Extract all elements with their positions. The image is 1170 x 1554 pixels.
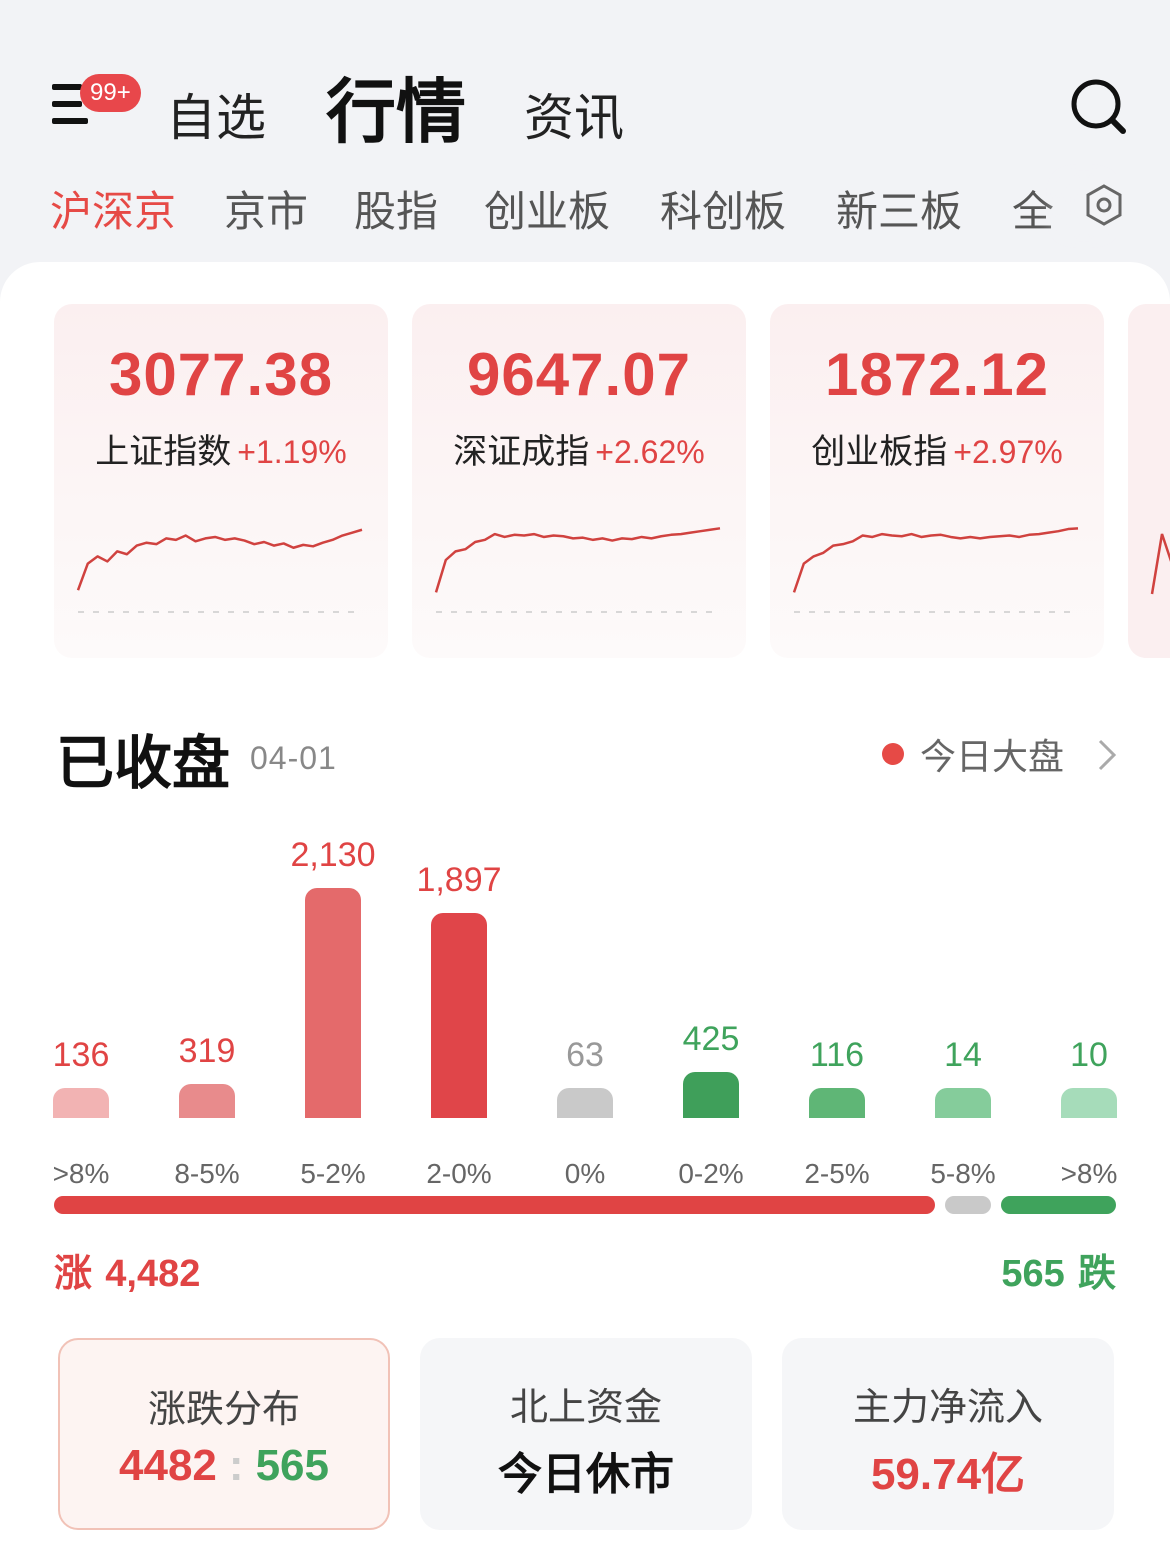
subtab-kechuangban[interactable]: 科创板 [660,178,786,239]
index-sparkline [792,527,1079,613]
chevron-right-icon[interactable] [1096,738,1118,772]
subtab-hushenjing[interactable]: 沪深京 [50,178,176,239]
distribution-bar-category: 2-5% [804,1158,870,1189]
distribution-bar-category: >8% [1060,1158,1118,1189]
rise-fall-distribution-chart[interactable]: 136 >8% 319 8-5% 2,130 5-2% 1,897 2-0% 63 0% 425 0-… [0,820,1170,1200]
index-sparkline [434,527,721,613]
stat-card-northbound[interactable]: 北上资金 今日休市 [420,1338,752,1530]
distribution-bar [809,1088,865,1118]
index-name: 上证指数 [95,432,232,472]
index-value: 1872.12 [825,341,1049,408]
index-sparkline-partial [1150,533,1170,595]
stat-rise-count: 4482 [119,1441,217,1490]
subtab-chuangyeban[interactable]: 创业板 [484,178,610,239]
distribution-bar-value: 14 [944,1036,982,1074]
distribution-bar-category: 5-2% [300,1158,366,1189]
rise-ratio-bar [54,1196,935,1214]
distribution-bar-value: 136 [52,1036,110,1074]
index-card-sz[interactable]: 9647.07 深证成指 +2.62% [412,304,746,658]
stat-value: 59.74亿 [870,1450,1026,1499]
distribution-bar-value: 63 [566,1036,604,1074]
market-date: 04-01 [250,740,337,776]
search-icon[interactable] [1068,76,1128,136]
tab-news[interactable]: 资讯 [524,78,624,150]
distribution-bar-category: 0% [564,1158,606,1189]
live-dot-icon [882,743,904,765]
tab-market[interactable]: 行情 [326,56,466,157]
distribution-bar [179,1083,235,1118]
market-status: 已收盘 [56,729,231,797]
flat-ratio-bar [944,1196,991,1214]
index-card-sh[interactable]: 3077.38 上证指数 +1.19% [54,304,388,658]
stat-label: 北上资金 [509,1385,662,1429]
fall-ratio-bar [1000,1196,1116,1214]
settings-icon[interactable] [1080,178,1128,234]
rise-count: 4,482 [105,1253,201,1295]
distribution-bar [683,1072,739,1118]
index-value: 3077.38 [109,341,333,408]
rise-total: 涨 4,482 [54,1242,200,1297]
index-name: 深证成指 [453,432,590,472]
distribution-bar-category: 5-8% [930,1158,996,1189]
distribution-bar [557,1088,613,1118]
index-name: 创业板指 [811,432,948,472]
distribution-bar-category: 8-5% [174,1158,240,1189]
distribution-bar [305,888,361,1118]
index-change: +2.97% [953,434,1063,470]
distribution-bar-value: 2,130 [290,836,376,874]
top-bar: 99+ 自选 行情 资讯 [0,0,1170,153]
fall-total: 565 跌 [1001,1242,1116,1297]
index-card-cyb[interactable]: 1872.12 创业板指 +2.97% [770,304,1104,658]
index-sparkline [76,528,363,613]
index-value: 9647.07 [467,341,691,408]
distribution-bar-value: 1,897 [416,861,502,900]
distribution-bar [935,1088,991,1118]
stat-separator: : [228,1441,244,1490]
distribution-bar-category: 2-0% [426,1158,492,1189]
distribution-bar-category: 0-2% [678,1158,744,1189]
stat-fall-count: 565 [255,1441,329,1490]
subtab-jingshi[interactable]: 京市 [224,178,308,239]
distribution-bar-value: 116 [809,1036,865,1074]
index-change: +2.62% [595,434,705,470]
index-card-next[interactable] [1128,304,1170,658]
fall-count: 565 [1001,1253,1065,1295]
rise-label: 涨 [54,1251,93,1295]
distribution-bar [431,913,487,1118]
stat-label: 主力净流入 [852,1385,1043,1429]
distribution-bar-category: >8% [52,1158,110,1189]
distribution-bar-value: 319 [178,1031,236,1070]
fall-label: 跌 [1077,1251,1116,1295]
distribution-bar-value: 10 [1070,1036,1108,1074]
tab-watchlist[interactable]: 自选 [166,78,266,150]
subtab-xinsanban[interactable]: 新三板 [836,178,962,239]
today-market-link[interactable]: 今日大盘 [882,732,1064,778]
stat-value: 今日休市 [498,1449,674,1500]
stat-card-distribution[interactable]: 涨跌分布 4482:565 [58,1338,390,1530]
distribution-bar [53,1088,109,1118]
sparkline-line [792,527,1079,593]
stat-card-main-inflow[interactable]: 主力净流入 59.74亿 [782,1338,1114,1530]
today-market-label: 今日大盘 [920,737,1065,778]
market-subtabs: 沪深京 京市 股指 创业板 科创板 新三板 全 [0,178,1170,242]
subtab-all[interactable]: 全 [1012,178,1054,239]
subtab-guzhi[interactable]: 股指 [354,178,438,239]
sparkline-line [76,528,363,591]
distribution-bar-value: 425 [682,1020,740,1059]
sparkline-line [434,527,721,593]
distribution-bar [1061,1088,1117,1118]
stat-label: 涨跌分布 [147,1387,300,1431]
index-change: +1.19% [237,434,347,470]
notification-badge: 99+ [80,74,141,112]
